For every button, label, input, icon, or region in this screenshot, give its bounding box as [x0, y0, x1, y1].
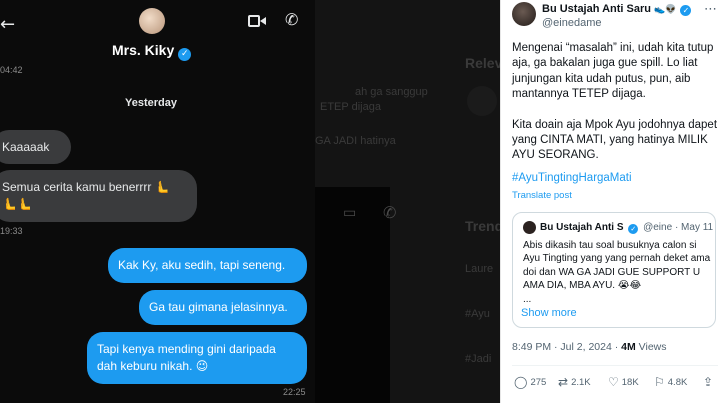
tweet-paragraph: Mengenai “masalah” ini, udah kita tutup …: [512, 42, 714, 101]
dm-chat-screenshot: ← Mrs. Kiky ✓ ✆ 04:42 Yesterday Kaaaaak S…: [0, 0, 315, 403]
share-icon: ⇪: [703, 375, 714, 389]
message-text: Tapi kenya mending gini daripada: [97, 342, 276, 356]
message-timestamp: 04:42: [0, 65, 23, 75]
ghost-text: ah ga sanggup: [355, 86, 428, 98]
bookmark-icon: ⚐: [654, 375, 665, 389]
views-count: 4M: [621, 341, 636, 353]
verified-badge-icon: ✓: [628, 224, 639, 234]
quote-ellipsis: ...: [523, 293, 532, 305]
like-button[interactable]: ♡ 18K: [608, 375, 639, 389]
quote-author-avatar: [523, 221, 536, 234]
quote-header: Bu Ustajah Anti S ✓ @eine · May 11: [540, 222, 713, 234]
message-text: Semua cerita kamu benerrrr 🫷: [2, 180, 170, 194]
faded-panel: ▭ ✆: [315, 187, 396, 403]
verified-badge-icon: ✓: [178, 48, 192, 61]
outgoing-message[interactable]: Ga tau gimana jelasinnya.: [139, 290, 307, 325]
contact-avatar[interactable]: [139, 8, 165, 34]
quote-date: · May 11: [674, 222, 714, 233]
faded-video-icon: ▭: [343, 205, 357, 221]
hashtag-link[interactable]: #AyuTingtingHargaMati: [512, 172, 632, 184]
ghost-text: ETEP dijaga: [320, 101, 381, 113]
chat-header: ← Mrs. Kiky ✓ ✆: [0, 0, 315, 64]
divider: [512, 365, 718, 366]
faded-phone-icon: ✆: [383, 203, 397, 222]
message-text: Kak Ky, aku sedih, tapi seneng.: [118, 258, 286, 272]
author-emoji: 👟👽: [654, 5, 677, 15]
author-avatar[interactable]: [512, 2, 536, 26]
back-arrow-icon[interactable]: ←: [0, 14, 15, 35]
tweet-timestamp[interactable]: 8:49 PM · Jul 2, 2024 ·: [512, 341, 618, 353]
quote-text-body: Abis dikasih tau soal busuknya calon si …: [523, 240, 711, 292]
ghost-heading: Trend: [465, 218, 500, 234]
ghost-text: #Jadi: [465, 353, 492, 365]
verified-badge-icon: ✓: [680, 5, 692, 16]
incoming-message[interactable]: Kaaaaak: [0, 130, 71, 164]
message-text-line2: dah keburu nikah. 😉: [97, 359, 209, 373]
tweet-paragraph: Kita doain aja Mpok Ayu jodohnya dapet y…: [512, 118, 718, 162]
day-separator: Yesterday: [125, 97, 177, 109]
author-handle[interactable]: @einedame: [542, 17, 601, 29]
reply-icon: ◯: [514, 375, 528, 389]
repost-button[interactable]: ⇄ 2.1K: [558, 375, 591, 389]
quote-text: Abis dikasih tau soal busuknya calon si …: [523, 239, 715, 306]
repost-count: 2.1K: [571, 377, 591, 388]
outgoing-message[interactable]: Tapi kenya mending gini daripada dah keb…: [87, 332, 307, 384]
outgoing-message[interactable]: Kak Ky, aku sedih, tapi seneng.: [108, 248, 307, 283]
views-label: Views: [638, 341, 667, 353]
repost-icon: ⇄: [558, 375, 569, 389]
ghost-heading: Relev: [465, 55, 500, 71]
bookmark-count: 4.8K: [667, 377, 688, 388]
reply-button[interactable]: ◯ 275: [514, 375, 546, 389]
contact-name[interactable]: Mrs. Kiky ✓: [112, 42, 192, 61]
tweet-text: Mengenai “masalah” ini, udah kita tutup …: [512, 41, 718, 179]
video-camera-icon[interactable]: [248, 14, 266, 28]
quote-author-name: Bu Ustajah Anti S: [540, 222, 624, 233]
phone-icon[interactable]: ✆: [285, 10, 298, 29]
incoming-message[interactable]: Semua cerita kamu benerrrr 🫷 🫷🫷: [0, 170, 197, 222]
contact-name-text: Mrs. Kiky: [112, 42, 175, 58]
message-text: Kaaaaak: [2, 139, 50, 154]
tweet-meta: 8:49 PM · Jul 2, 2024 · 4M Views: [512, 341, 667, 353]
heart-icon: ♡: [608, 375, 619, 389]
author-name[interactable]: Bu Ustajah Anti Saru 👟👽 ✓: [542, 3, 692, 16]
ghost-text: Laure: [465, 263, 494, 275]
more-dots-icon[interactable]: ⋯: [704, 2, 717, 17]
message-text: Ga tau gimana jelasinnya.: [149, 300, 288, 314]
message-timestamp: 22:25: [283, 387, 306, 397]
ghost-avatar: [467, 86, 497, 116]
message-timestamp: 19:33: [0, 226, 23, 236]
message-text-line2: 🫷🫷: [2, 197, 32, 211]
ghost-text: #Ayu: [465, 308, 490, 320]
tweet-card: Bu Ustajah Anti Saru 👟👽 ✓ @einedame ⋯ Men…: [500, 0, 720, 403]
like-count: 18K: [621, 377, 639, 388]
reply-count: 275: [530, 377, 547, 388]
quoted-tweet[interactable]: Bu Ustajah Anti S ✓ @eine · May 11 Abis …: [512, 212, 716, 328]
share-button[interactable]: ⇪: [703, 375, 716, 389]
show-more-link[interactable]: Show more: [521, 307, 577, 319]
bookmark-button[interactable]: ⚐ 4.8K: [654, 375, 687, 389]
quote-author-handle: @eine: [643, 222, 673, 233]
ghost-text: GA JADI hatinya: [315, 135, 396, 147]
author-name-text: Bu Ustajah Anti Saru: [542, 3, 651, 15]
translate-post-link[interactable]: Translate post: [512, 190, 572, 201]
